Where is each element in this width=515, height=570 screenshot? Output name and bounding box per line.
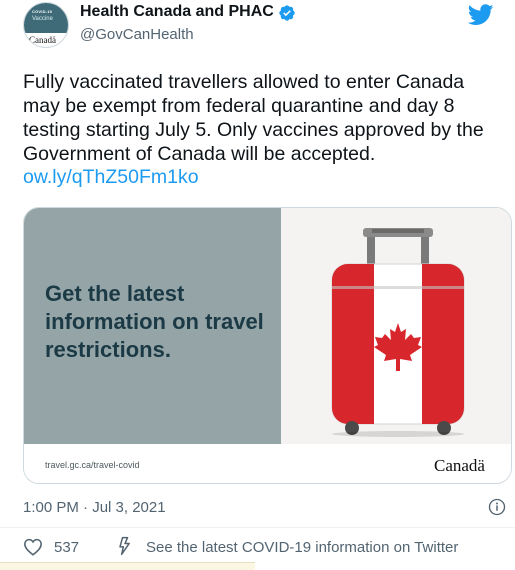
author-display-name[interactable]: Health Canada and PHAC xyxy=(80,3,274,21)
covid-info-link[interactable]: See the latest COVID-19 information on T… xyxy=(146,539,458,556)
card-url: travel.gc.ca/travel-covid xyxy=(45,460,140,470)
avatar-canada-wordmark: Canadä xyxy=(29,35,56,45)
card-footer: travel.gc.ca/travel-covid Canadä xyxy=(24,444,511,483)
divider xyxy=(0,527,515,528)
tweet-container: COVID-19 Vaccine Canadä Health Canada an… xyxy=(0,0,515,570)
card-headline: Get the latest information on travel res… xyxy=(45,281,264,362)
card-text-panel: Get the latest information on travel res… xyxy=(24,208,281,444)
author-handle[interactable]: @GovCanHealth xyxy=(80,26,194,43)
bottom-notification-bar xyxy=(0,562,255,570)
card-image-panel xyxy=(281,208,511,444)
like-count[interactable]: 537 xyxy=(54,539,79,556)
info-icon[interactable] xyxy=(488,498,506,516)
avatar-covid-text: COVID-19 xyxy=(32,9,53,14)
heart-icon[interactable] xyxy=(23,538,43,556)
lightning-icon xyxy=(119,536,130,556)
twitter-bird-icon[interactable] xyxy=(468,4,494,26)
verified-badge-icon xyxy=(279,5,295,21)
media-card[interactable]: Get the latest information on travel res… xyxy=(23,207,512,484)
avatar-vaccine-text: Vaccine xyxy=(32,16,53,22)
avatar[interactable]: COVID-19 Vaccine Canadä xyxy=(23,2,69,48)
tweet-timestamp[interactable]: 1:00 PM · Jul 3, 2021 xyxy=(23,499,166,516)
tweet-link[interactable]: ow.ly/qThZ50Fm1ko xyxy=(23,166,199,189)
tweet-text: Fully vaccinated travellers allowed to e… xyxy=(23,71,484,165)
canada-wordmark: Canadä xyxy=(434,456,485,475)
canada-flag-suitcase-image xyxy=(331,228,465,437)
